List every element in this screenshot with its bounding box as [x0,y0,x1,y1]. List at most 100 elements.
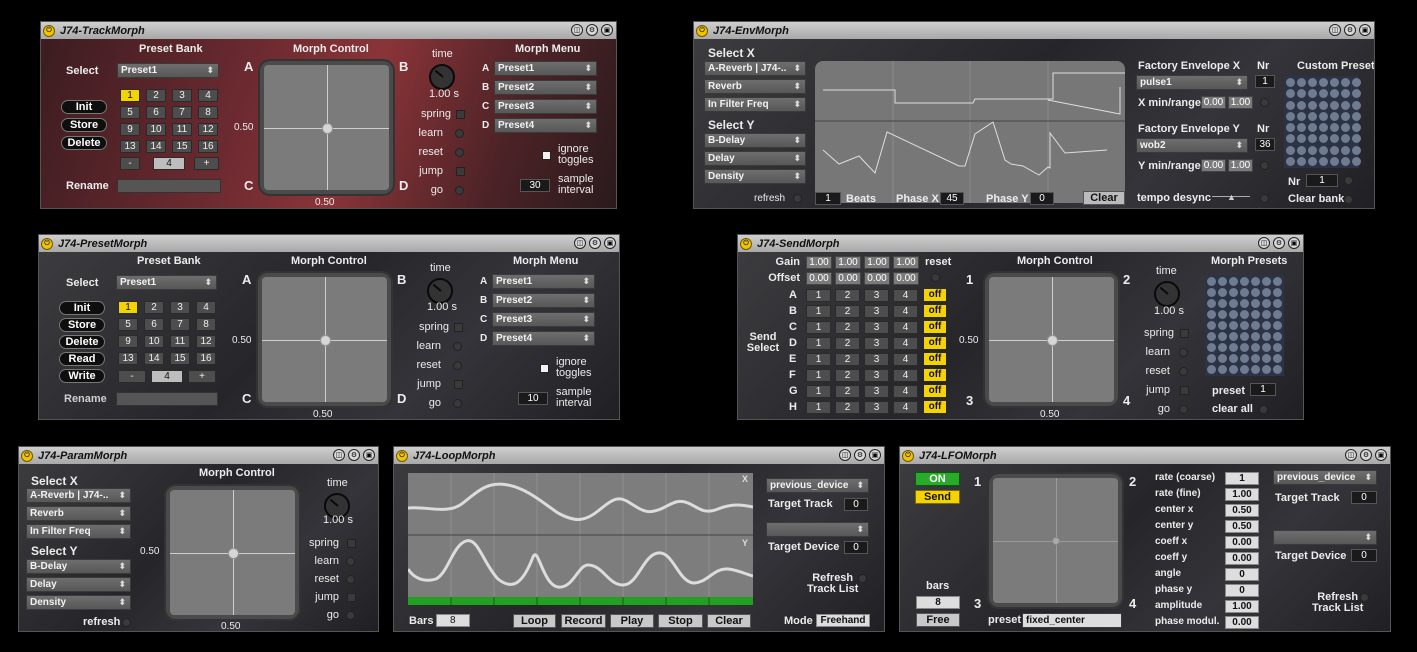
send-button[interactable]: Send [915,490,960,504]
delete-button[interactable]: Delete [59,335,105,349]
send-slot-button[interactable]: 3 [864,321,889,334]
y-param-select[interactable]: Density [704,169,806,184]
send-slot-button[interactable]: 2 [835,401,860,414]
preset-slot[interactable] [1330,78,1339,87]
loop-curves[interactable] [408,473,753,605]
preset-select[interactable]: fixed_center [1022,613,1122,628]
preset-slot[interactable] [1251,310,1260,319]
x-min-field[interactable]: 0.00 [1201,96,1226,109]
preset-slot[interactable] [1319,156,1328,166]
preset-slot[interactable] [1308,156,1317,166]
x-param-select[interactable]: In Filter Freq [26,524,131,539]
preset-slot[interactable] [1207,343,1216,352]
send-slot-button[interactable]: 3 [864,337,889,350]
lfo-param-field[interactable]: 0 [1225,584,1259,597]
preset-slot[interactable] [1229,354,1238,363]
preset-slot[interactable] [1262,354,1271,363]
time-dial[interactable] [429,64,455,90]
send-slot-button[interactable]: 3 [864,369,889,382]
preset-slot[interactable] [1218,310,1227,319]
device-select[interactable] [1273,530,1377,545]
power-icon[interactable]: ⏻ [21,449,33,462]
preset-slot[interactable] [1229,365,1238,374]
preset-number-button[interactable]: 6 [146,106,166,119]
factory-envelope-x-select[interactable]: pulse1 [1136,75,1248,90]
save-icon[interactable]: ▣ [869,449,881,461]
write-button[interactable]: Write [59,369,105,383]
save-icon[interactable]: ▣ [363,449,375,461]
send-slot-button[interactable]: 3 [864,401,889,414]
morph-menu-preset-select[interactable]: Preset3 [494,99,597,114]
preset-select[interactable]: Preset1 [116,275,217,290]
custom-preset-nr[interactable]: 1 [1306,174,1338,187]
preset-slot[interactable] [1286,89,1295,99]
preset-slot[interactable] [1297,156,1306,166]
preset-slot[interactable] [1240,310,1249,319]
lfo-xy-pad[interactable] [987,472,1124,609]
y-chain-select[interactable]: Delay [26,577,131,592]
preset-number-button[interactable]: 10 [144,335,164,348]
preset-slot[interactable] [1251,299,1260,308]
preset-slot[interactable] [1319,89,1328,99]
preset-slot[interactable] [1330,145,1339,155]
preset-slot[interactable] [1330,89,1339,99]
preset-slot[interactable] [1286,145,1295,155]
envelope-editor[interactable] [815,61,1125,203]
preset-slot[interactable] [1330,111,1339,121]
go-button[interactable] [1179,405,1188,414]
preset-slot[interactable] [1262,299,1271,308]
preset-number-button[interactable]: 5 [120,106,140,119]
reset-button[interactable] [453,361,462,370]
preset-number-button[interactable]: 9 [120,123,140,136]
preset-number-button[interactable]: 16 [198,140,218,153]
settings-icon[interactable]: ⚙ [589,237,601,249]
collapse-icon[interactable]: ◫ [1258,237,1270,249]
preset-slot[interactable] [1251,332,1260,341]
clear-button[interactable]: Clear [1083,191,1125,205]
power-icon[interactable]: ⏻ [696,24,708,37]
collapse-icon[interactable]: ◫ [1329,24,1341,36]
jump-toggle[interactable] [347,593,356,602]
power-icon[interactable]: ⏻ [902,449,914,462]
phase-y-field[interactable]: 0 [1030,192,1054,205]
lfo-param-field[interactable]: 0.50 [1225,520,1259,533]
track-select[interactable]: previous_device [766,478,869,493]
preset-slot[interactable] [1207,299,1216,308]
reset-morph-button[interactable] [1179,367,1188,376]
send-slot-button[interactable]: 2 [835,321,860,334]
preset-number-button[interactable]: 1 [120,89,140,102]
preset-slot[interactable] [1319,111,1328,121]
preset-slot[interactable] [1240,288,1249,297]
y-device-select[interactable]: B-Delay [704,133,806,148]
send-slot-button[interactable]: 2 [835,289,860,302]
mode-field[interactable]: Freehand [816,614,870,627]
y-min-field[interactable]: 0.00 [1201,159,1226,172]
track-select[interactable]: previous_device [1273,470,1377,485]
preset-slot[interactable] [1308,78,1317,87]
preset-slot[interactable] [1273,354,1282,363]
send-slot-button[interactable]: 2 [835,385,860,398]
collapse-icon[interactable]: ◫ [571,24,583,36]
y-chain-select[interactable]: Delay [704,151,806,166]
y-device-select[interactable]: B-Delay [26,559,131,574]
power-icon[interactable]: ⏻ [740,237,752,250]
xy-pad[interactable] [256,271,393,408]
preset-slot[interactable] [1218,299,1227,308]
go-button[interactable] [455,186,464,195]
bars-field[interactable]: 8 [916,596,960,609]
preset-slot[interactable] [1308,123,1317,132]
morph-menu-preset-select[interactable]: Preset2 [492,293,595,308]
preset-slot[interactable] [1262,277,1271,286]
rename-field[interactable] [116,392,218,406]
read-button[interactable]: Read [59,352,105,366]
clear-button[interactable]: Clear [707,614,751,628]
loop-curve-editor[interactable] [408,473,753,605]
preset-slot[interactable] [1273,332,1282,341]
collapse-icon[interactable]: ◫ [839,449,851,461]
xy-pad[interactable] [983,271,1120,408]
stop-button[interactable]: Stop [658,614,703,628]
rename-field[interactable] [117,179,221,193]
preset-slot[interactable] [1308,100,1317,110]
preset-slot[interactable] [1319,78,1328,87]
preset-slot[interactable] [1352,156,1361,166]
